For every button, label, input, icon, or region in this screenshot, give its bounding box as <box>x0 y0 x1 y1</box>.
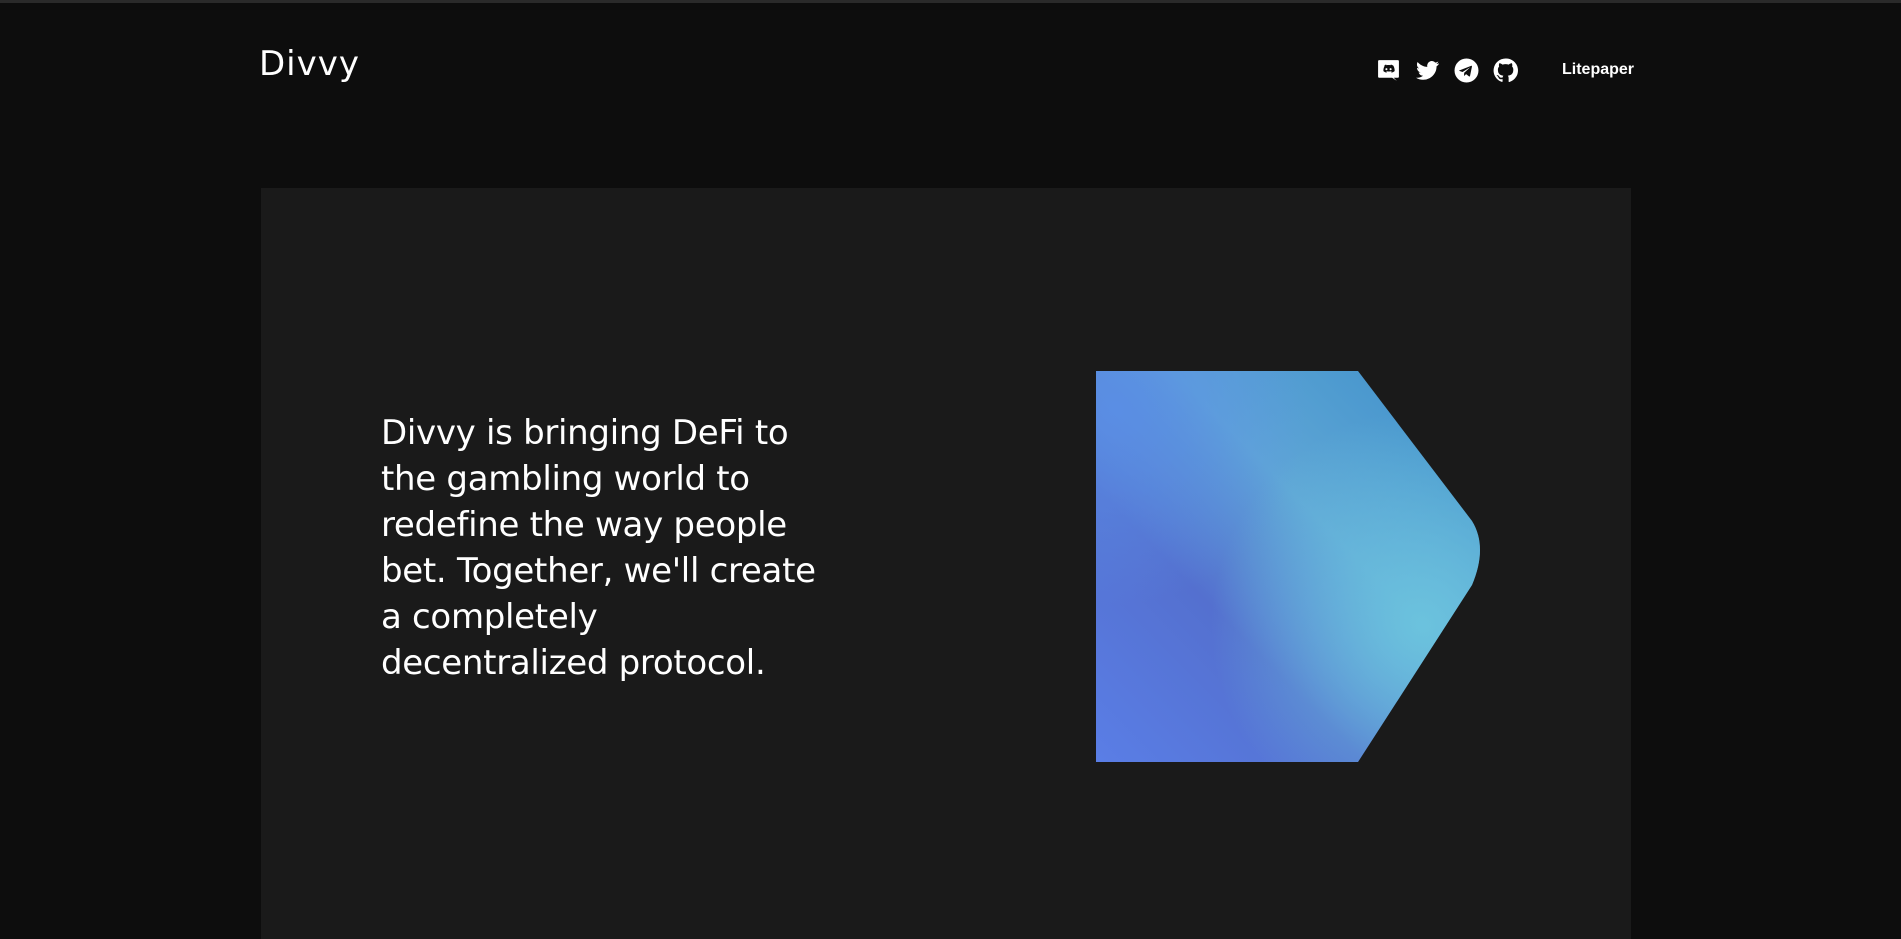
github-icon[interactable] <box>1493 58 1518 83</box>
discord-icon[interactable] <box>1376 58 1401 83</box>
divvy-logo[interactable]: Divvy <box>259 44 360 84</box>
hero-tagline: Divvy is bringing DeFi to the gambling w… <box>381 413 816 683</box>
hero-section: Divvy is bringing DeFi to the gambling w… <box>261 188 1631 939</box>
site-header: Divvy Litepaper <box>0 0 1901 140</box>
twitter-icon[interactable] <box>1415 58 1440 83</box>
divvy-d-shape <box>1096 371 1488 762</box>
telegram-icon[interactable] <box>1454 58 1479 83</box>
social-links <box>1376 58 1518 83</box>
litepaper-link[interactable]: Litepaper <box>1562 60 1634 80</box>
